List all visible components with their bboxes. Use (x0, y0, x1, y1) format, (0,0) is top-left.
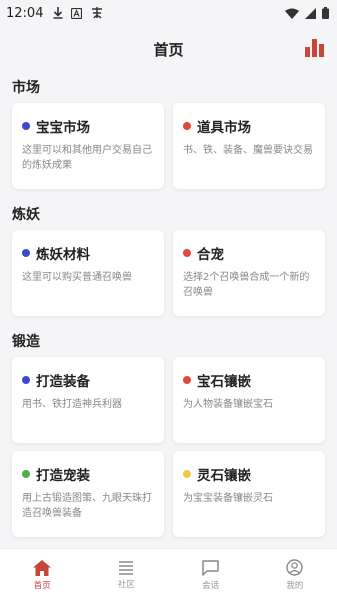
blue-dot-icon (22, 376, 30, 384)
tab-label: 会话 (202, 580, 220, 591)
status-time: 12:04 (6, 5, 44, 21)
card-description: 用书、铁打造神兵利器 (22, 399, 122, 410)
card-spirit-stone-inlay[interactable]: 灵石镶嵌 为宝宝装备镶嵌灵石 (173, 451, 325, 537)
blue-dot-icon (22, 122, 30, 130)
wifi-icon (285, 8, 299, 19)
tab-community[interactable]: 社区 (84, 549, 168, 601)
card-title: 宝石镶嵌 (197, 374, 251, 390)
section-title-refine: 炼妖 (12, 207, 40, 223)
card-title: 合宠 (197, 247, 224, 263)
card-refine-materials[interactable]: 炼妖材料 这里可以购买普通召唤兽 (12, 230, 164, 316)
list-icon (119, 560, 134, 575)
red-dot-icon (183, 376, 191, 384)
red-dot-icon (183, 122, 191, 130)
card-title: 打造宠装 (36, 468, 90, 484)
tab-profile[interactable]: 我的 (253, 549, 337, 601)
card-title: 宝宝市场 (36, 120, 90, 136)
app-notification-icon (92, 7, 103, 19)
card-description: 书、铁、装备、魔兽要诀交易 (183, 145, 313, 156)
card-description: 这里可以和其他用户交易自己的炼妖成果 (22, 145, 152, 171)
status-bar: 12:04 (0, 0, 337, 26)
green-dot-icon (22, 470, 30, 478)
section-title-market: 市场 (12, 80, 40, 96)
app-header: 首页 (0, 26, 337, 72)
font-icon (71, 7, 83, 19)
tab-chat[interactable]: 会话 (169, 549, 253, 601)
card-description: 用上古锻造图策、九眼天珠打造召唤兽装备 (22, 493, 152, 519)
home-icon (33, 559, 52, 576)
tab-label: 我的 (286, 581, 304, 591)
card-merge-pet[interactable]: 合宠 选择2个召唤兽合成一个新的召唤兽 (173, 230, 325, 316)
tab-home[interactable]: 首页 (0, 549, 84, 601)
card-title: 炼妖材料 (36, 247, 90, 263)
card-title: 灵石镶嵌 (197, 468, 251, 484)
bar-chart-icon[interactable] (305, 39, 325, 57)
blue-dot-icon (22, 249, 30, 257)
card-title: 打造装备 (36, 374, 90, 390)
card-forge-equipment[interactable]: 打造装备 用书、铁打造神兵利器 (12, 357, 164, 443)
profile-icon (286, 559, 304, 576)
card-description: 选择2个召唤兽合成一个新的召唤兽 (183, 272, 310, 298)
download-icon (53, 7, 63, 19)
yellow-dot-icon (183, 470, 191, 478)
card-item-market[interactable]: 道具市场 书、铁、装备、魔兽要诀交易 (173, 103, 325, 189)
tab-label: 社区 (117, 579, 135, 590)
card-gem-inlay[interactable]: 宝石镶嵌 为人物装备镶嵌宝石 (173, 357, 325, 443)
card-pet-market[interactable]: 宝宝市场 这里可以和其他用户交易自己的炼妖成果 (12, 103, 164, 189)
tab-label: 首页 (33, 580, 51, 591)
red-dot-icon (183, 249, 191, 257)
card-forge-pet-equipment[interactable]: 打造宠装 用上古锻造图策、九眼天珠打造召唤兽装备 (12, 451, 164, 537)
signal-icon (305, 7, 316, 19)
card-title: 道具市场 (197, 120, 251, 136)
card-description: 这里可以购买普通召唤兽 (22, 272, 132, 283)
card-description: 为宝宝装备镶嵌灵石 (183, 493, 273, 504)
battery-icon (322, 7, 329, 19)
card-description: 为人物装备镶嵌宝石 (183, 399, 273, 410)
bottom-tab-bar: 首页 社区 会话 我的 (0, 548, 337, 601)
chat-icon (202, 559, 219, 576)
section-title-forge: 锻造 (12, 334, 40, 350)
page-title: 首页 (153, 40, 184, 59)
